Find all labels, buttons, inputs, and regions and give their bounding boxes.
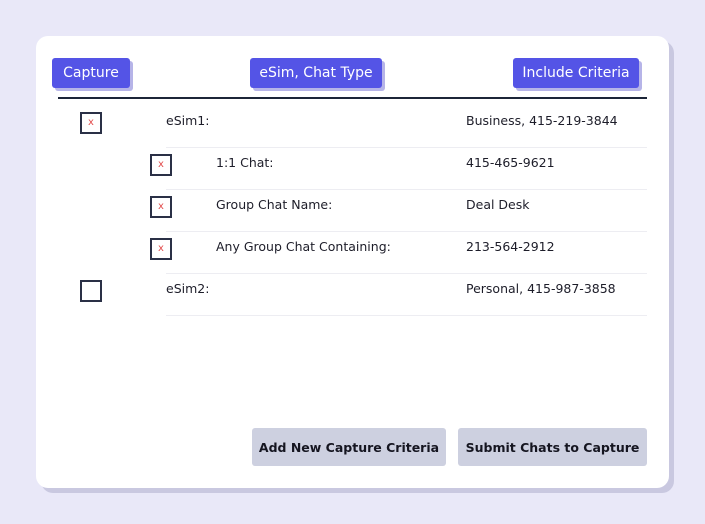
esim2-value: Personal, 415-987-3858 [466,281,616,296]
submit-chats-to-capture-button[interactable]: Submit Chats to Capture [458,428,647,466]
row-divider [166,189,647,190]
esim-chat-type-column-button[interactable]: eSim, Chat Type [250,58,382,88]
esim1-checkbox[interactable]: x [80,112,102,134]
row-divider [166,231,647,232]
esim2-label: eSim2: [166,281,210,296]
row-divider [166,147,647,148]
include-criteria-column-button[interactable]: Include Criteria [513,58,639,88]
capture-criteria-card: Capture eSim, Chat Type Include Criteria… [36,36,669,488]
esim2-checkbox[interactable] [80,280,102,302]
group-chat-name-label: Group Chat Name: [216,197,333,212]
row-divider [166,315,647,316]
x-mark-icon: x [158,159,164,170]
row-divider [166,273,647,274]
x-mark-icon: x [158,201,164,212]
any-group-chat-checkbox[interactable]: x [150,238,172,260]
capture-column-button[interactable]: Capture [52,58,130,88]
one-to-one-chat-checkbox[interactable]: x [150,154,172,176]
one-to-one-chat-label: 1:1 Chat: [216,155,274,170]
add-new-capture-criteria-button[interactable]: Add New Capture Criteria [252,428,446,466]
x-mark-icon: x [88,117,94,128]
any-group-chat-value: 213-564-2912 [466,239,555,254]
header-divider [58,97,647,99]
esim1-value: Business, 415-219-3844 [466,113,618,128]
one-to-one-chat-value: 415-465-9621 [466,155,555,170]
esim1-label: eSim1: [166,113,210,128]
group-chat-name-checkbox[interactable]: x [150,196,172,218]
group-chat-name-value: Deal Desk [466,197,530,212]
any-group-chat-label: Any Group Chat Containing: [216,239,391,254]
x-mark-icon: x [158,243,164,254]
